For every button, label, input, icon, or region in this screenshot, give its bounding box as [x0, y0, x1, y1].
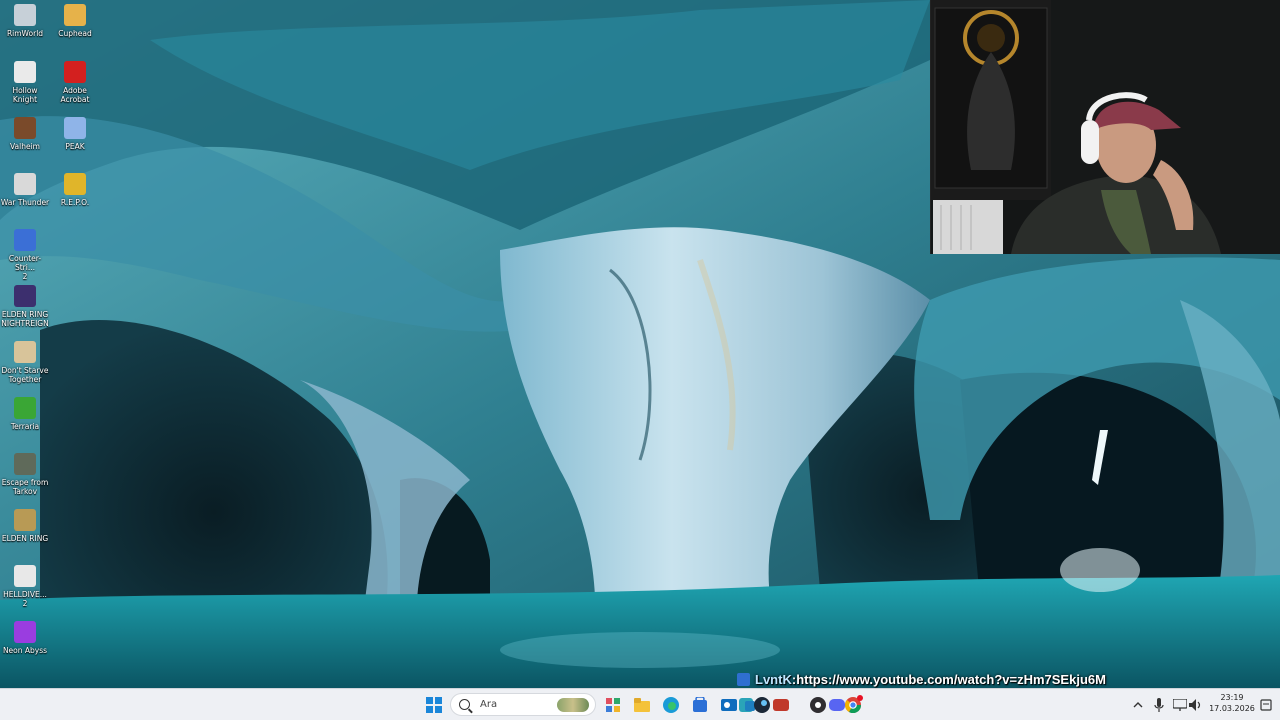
taskbar: Ara 23:19 17.03.2026: [0, 688, 1280, 720]
desktop-shortcut-adobe-acrobat[interactable]: Adobe Acrobat: [50, 61, 100, 104]
desktop-shortcut-rimworld[interactable]: RimWorld: [0, 4, 50, 38]
microphone-button[interactable]: [1149, 695, 1169, 715]
desktop-shortcut-helldivers[interactable]: HELLDIVE... 2: [0, 565, 50, 608]
elden-ring-icon: [14, 509, 36, 531]
desktop-shortcut-counter-strike[interactable]: Counter-Stri... 2: [0, 229, 50, 281]
desktop-shortcut-dont-starve-together[interactable]: Don't Starve Together: [0, 341, 50, 384]
desktop-shortcut-label: Counter-Stri... 2: [8, 254, 42, 281]
desktop-shortcut-label: ELDEN RING: [1, 534, 49, 543]
desktop-shortcut-hollow-knight[interactable]: Hollow Knight: [0, 61, 50, 104]
volume-button[interactable]: [1186, 695, 1206, 715]
search-icon: [459, 699, 470, 710]
desktop-shortcut-peak[interactable]: PEAK: [50, 117, 100, 151]
file-explorer-icon: [634, 698, 650, 712]
taskbar-chrome-button[interactable]: [843, 695, 863, 715]
desktop-shortcut-label: War Thunder: [0, 198, 50, 207]
webcam-overlay: [930, 0, 1280, 254]
store-icon: [693, 697, 707, 712]
hollow-knight-icon: [14, 61, 36, 83]
desktop-shortcut-war-thunder[interactable]: War Thunder: [0, 173, 50, 207]
widgets-icon: [606, 698, 620, 712]
game-launcher-icon: [773, 699, 789, 711]
chevron-up-icon: [1133, 702, 1143, 708]
edge-icon: [663, 697, 679, 713]
helldivers-icon: [14, 565, 36, 587]
taskbar-outlook-button[interactable]: [719, 695, 739, 715]
desktop-shortcut-valheim[interactable]: Valheim: [0, 117, 50, 151]
desktop-shortcut-label: Hollow Knight: [12, 86, 38, 104]
rimworld-icon: [14, 4, 36, 26]
taskbar-file-explorer-button[interactable]: [632, 695, 652, 715]
notification-bell-icon: [1260, 699, 1272, 711]
cuphead-icon: [64, 4, 86, 26]
counter-strike-icon: [14, 229, 36, 251]
outlook-icon: [721, 699, 737, 711]
volume-icon: [1189, 699, 1201, 711]
desktop-shortcut-label: ELDEN RING NIGHTREIGN: [1, 310, 49, 328]
notifications-button[interactable]: [1256, 695, 1276, 715]
repo-icon: [64, 173, 86, 195]
desktop-shortcut-label: R.E.P.O.: [60, 198, 90, 207]
taskbar-game-button[interactable]: [771, 695, 791, 715]
desktop-shortcut-label: HELLDIVE... 2: [3, 590, 47, 608]
taskbar-steam-button[interactable]: [752, 695, 772, 715]
windows-start-icon: [426, 697, 442, 713]
taskbar-obs-button[interactable]: [808, 695, 828, 715]
steam-icon: [754, 697, 770, 713]
notification-dot-icon: [857, 695, 863, 701]
taskbar-widgets-button[interactable]: [603, 695, 623, 715]
desktop-shortcut-label: Cuphead: [58, 29, 92, 38]
valheim-icon: [14, 117, 36, 139]
desktop-shortcut-neon-abyss[interactable]: Neon Abyss: [0, 621, 50, 655]
desktop-shortcut-terraria[interactable]: Terraria: [0, 397, 50, 431]
terraria-icon: [14, 397, 36, 419]
system-clock[interactable]: 23:19 17.03.2026: [1208, 692, 1256, 714]
desktop-shortcut-cuphead[interactable]: Cuphead: [50, 4, 100, 38]
obs-icon: [810, 697, 826, 713]
chat-user-badge-icon: [737, 672, 750, 686]
dont-starve-together-icon: [14, 341, 36, 363]
start-button[interactable]: [424, 695, 444, 715]
escape-from-tarkov-icon: [14, 453, 36, 475]
clock-date: 17.03.2026: [1209, 704, 1255, 713]
show-hidden-icons-button[interactable]: [1128, 695, 1148, 715]
stream-chat-message: LvntK : https://www.youtube.com/watch?v=…: [737, 670, 1106, 688]
desktop-shortcut-label: PEAK: [65, 142, 85, 151]
taskbar-store-button[interactable]: [690, 695, 710, 715]
desktop-shortcut-label: RimWorld: [6, 29, 44, 38]
desktop-shortcut-label: Terraria: [10, 422, 40, 431]
desktop-shortcut-label: Valheim: [10, 142, 40, 151]
chat-username: LvntK: [755, 671, 792, 687]
chat-message-text: https://www.youtube.com/watch?v=zHm7SEkj…: [796, 671, 1106, 687]
desktop-shortcut-elden-ring-nightreign[interactable]: ELDEN RING NIGHTREIGN: [0, 285, 50, 328]
peak-icon: [64, 117, 86, 139]
desktop-shortcut-elden-ring[interactable]: ELDEN RING: [0, 509, 50, 543]
search-placeholder: Ara: [480, 699, 498, 710]
search-highlight-image: [557, 698, 589, 712]
desktop-shortcut-label: Adobe Acrobat: [60, 86, 90, 104]
desktop-shortcut-label: Don't Starve Together: [1, 366, 49, 384]
clock-time: 23:19: [1220, 693, 1244, 702]
desktop-shortcut-repo[interactable]: R.E.P.O.: [50, 173, 100, 207]
desktop-shortcut-escape-from-tarkov[interactable]: Escape from Tarkov: [0, 453, 50, 496]
microphone-icon: [1154, 698, 1164, 712]
taskbar-search-box[interactable]: Ara: [450, 693, 596, 716]
network-icon: [1173, 699, 1187, 711]
desktop-shortcut-label: Neon Abyss: [2, 646, 48, 655]
taskbar-edge-button[interactable]: [661, 695, 681, 715]
elden-ring-nightreign-icon: [14, 285, 36, 307]
neon-abyss-icon: [14, 621, 36, 643]
adobe-acrobat-icon: [64, 61, 86, 83]
war-thunder-icon: [14, 173, 36, 195]
desktop-shortcut-label: Escape from Tarkov: [1, 478, 49, 496]
